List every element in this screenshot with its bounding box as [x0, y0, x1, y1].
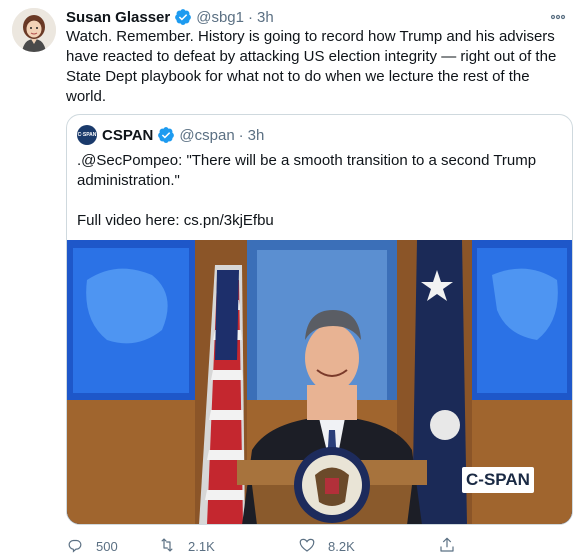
quoted-tweet-text: .@SecPompeo: "There will be a smooth tra…	[77, 151, 557, 231]
tweet-timestamp[interactable]: 3h	[257, 9, 274, 26]
verified-badge-icon	[174, 8, 192, 26]
like-count: 8.2K	[328, 538, 355, 554]
author-handle[interactable]: @sbg1	[196, 9, 244, 26]
share-icon	[438, 536, 468, 557]
quoted-tweet[interactable]: C·SPAN CSPAN @cspan · 3h .@SecPompeo: "T…	[66, 114, 573, 525]
tweet-action-bar: 500 2.1K 8.2K	[66, 535, 506, 557]
retweet-count: 2.1K	[188, 538, 215, 554]
separator-dot: ·	[248, 8, 253, 26]
quoted-quote-line: .@SecPompeo: "There will be a smooth tra…	[77, 152, 537, 189]
reply-icon	[66, 536, 96, 557]
quoted-tweet-header: C·SPAN CSPAN @cspan · 3h	[77, 125, 264, 145]
retweet-icon	[158, 536, 188, 557]
tweet-text: Watch. Remember. History is going to rec…	[66, 28, 557, 105]
more-icon[interactable]	[547, 7, 569, 27]
author-avatar[interactable]	[12, 8, 56, 52]
author-name[interactable]: Susan Glasser	[66, 9, 170, 26]
quoted-author-name: CSPAN	[102, 126, 154, 144]
share-button[interactable]	[438, 536, 468, 557]
quoted-author-handle: @cspan	[179, 126, 235, 144]
quoted-timestamp: 3h	[247, 126, 265, 144]
tweet-header: Susan Glasser @sbg1 · 3h	[66, 7, 573, 27]
verified-badge-icon	[157, 126, 175, 144]
separator-dot: ·	[238, 126, 244, 144]
cspan-watermark-logo: C-SPAN	[462, 467, 534, 493]
quoted-video-link-line: Full video here: cs.pn/3kjEfbu	[77, 212, 274, 229]
retweet-button[interactable]: 2.1K	[158, 536, 298, 557]
quoted-author-avatar: C·SPAN	[77, 125, 97, 145]
reply-button[interactable]: 500	[66, 536, 158, 557]
reply-count: 500	[96, 538, 118, 554]
heart-icon	[298, 536, 328, 557]
like-button[interactable]: 8.2K	[298, 536, 438, 557]
video-player[interactable]: C-SPAN	[67, 240, 572, 524]
